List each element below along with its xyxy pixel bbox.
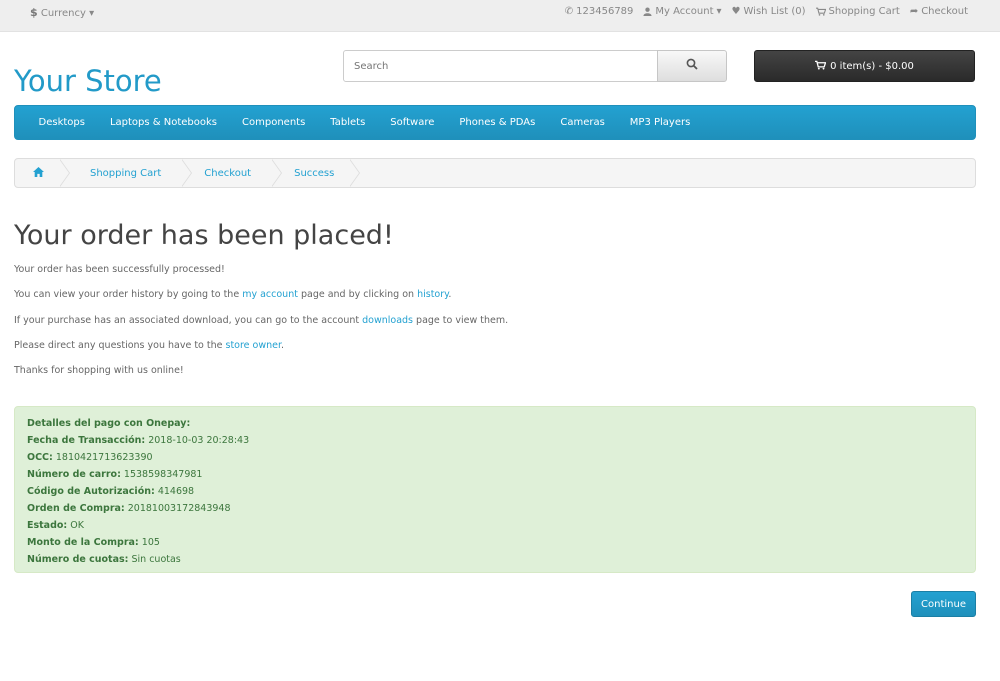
payment-row: Código de Autorización: 414698	[27, 483, 963, 500]
phone-icon: ✆	[564, 6, 574, 17]
page-title: Your order has been placed!	[14, 220, 394, 251]
phone-link[interactable]: ✆ 123456789	[565, 6, 634, 17]
wish-list-label: Wish List (0)	[743, 6, 806, 17]
row-value: 20181003172843948	[127, 503, 231, 514]
breadcrumb-label: Checkout	[204, 167, 252, 179]
menu-item-desktops[interactable]: Desktops	[26, 106, 97, 139]
shopping-cart-link[interactable]: Shopping Cart	[815, 6, 900, 17]
row-label: Fecha de Transacción:	[27, 435, 146, 446]
breadcrumb-separator	[349, 159, 361, 187]
payment-details-alert: Detalles del pago con Onepay: Fecha de T…	[14, 406, 976, 573]
text-segment: You can view your order history by going…	[14, 289, 243, 300]
checkout-link[interactable]: ➦ Checkout	[910, 6, 968, 17]
menu-item-components[interactable]: Components	[230, 106, 318, 139]
my-account-dropdown[interactable]: My Account ▾	[643, 6, 722, 17]
success-message: Your order has been successfully process…	[14, 264, 225, 275]
payment-heading-text: Detalles del pago con Onepay:	[27, 418, 191, 429]
row-value: 414698	[157, 486, 195, 497]
menu-item-mp3[interactable]: MP3 Players	[617, 106, 703, 139]
shopping-cart-icon	[815, 7, 826, 16]
row-label: Código de Autorización:	[27, 486, 155, 497]
store-owner-link[interactable]: store owner	[226, 340, 282, 351]
search-input[interactable]	[343, 50, 665, 82]
store-logo[interactable]: Your Store	[14, 64, 162, 98]
text-segment: .	[281, 340, 285, 351]
payment-row: Fecha de Transacción: 2018-10-03 20:28:4…	[27, 432, 963, 449]
history-link[interactable]: history	[417, 289, 448, 300]
breadcrumb: Shopping Cart Checkout Success	[14, 158, 976, 188]
text-segment: page and by clicking on	[297, 289, 418, 300]
currency-dropdown[interactable]: $ Currency ▾	[30, 6, 94, 19]
text-segment: .	[448, 289, 452, 300]
breadcrumb-shopping-cart[interactable]: Shopping Cart	[60, 159, 193, 187]
breadcrumb-label: Shopping Cart	[90, 167, 162, 179]
continue-button[interactable]: Continue	[911, 591, 976, 617]
row-label: Estado:	[27, 520, 68, 531]
questions-text: Please direct any questions you have to …	[14, 340, 284, 351]
home-icon	[33, 166, 44, 180]
breadcrumb-home[interactable]	[15, 159, 70, 187]
payment-row: Número de carro: 1538598347981	[27, 466, 963, 483]
downloads-text: If your purchase has an associated downl…	[14, 315, 508, 326]
breadcrumb-success[interactable]: Success	[272, 159, 361, 187]
row-value: 1810421713623390	[55, 452, 153, 463]
currency-label: Currency	[40, 8, 86, 19]
breadcrumb-label: Success	[294, 167, 335, 179]
cart-total: 0 item(s) - $0.00	[830, 60, 914, 72]
caret-down-icon: ▾	[716, 6, 722, 17]
cart-button[interactable]: 0 item(s) - $0.00	[754, 50, 975, 82]
text-segment: If your purchase has an associated downl…	[14, 315, 363, 326]
currency-symbol: $	[30, 6, 38, 19]
top-bar: $ Currency ▾ ✆ 123456789 My Account ▾ ♥ …	[0, 0, 1000, 32]
row-label: OCC:	[27, 452, 53, 463]
row-value: 2018-10-03 20:28:43	[148, 435, 250, 446]
downloads-link[interactable]: downloads	[362, 315, 413, 326]
menu-item-laptops[interactable]: Laptops & Notebooks	[97, 106, 229, 139]
row-label: Monto de la Compra:	[27, 537, 139, 548]
breadcrumb-checkout[interactable]: Checkout	[182, 159, 283, 187]
payment-row: OCC: 1810421713623390	[27, 449, 963, 466]
user-icon	[643, 7, 652, 16]
text-segment: Please direct any questions you have to …	[14, 340, 226, 351]
wish-list-link[interactable]: ♥ Wish List (0)	[732, 6, 806, 17]
row-label: Número de carro:	[27, 469, 121, 480]
row-value: OK	[70, 520, 84, 531]
menu-item-phones[interactable]: Phones & PDAs	[447, 106, 548, 139]
checkout-label: Checkout	[921, 6, 968, 17]
menu-item-tablets[interactable]: Tablets	[318, 106, 378, 139]
shopping-cart-icon	[815, 60, 827, 73]
payment-row: Estado: OK	[27, 517, 963, 534]
row-label: Orden de Compra:	[27, 503, 125, 514]
caret-down-icon: ▾	[89, 8, 95, 19]
main-menu: Desktops Laptops & Notebooks Components …	[14, 105, 976, 140]
shopping-cart-label: Shopping Cart	[828, 6, 900, 17]
payment-row: Monto de la Compra: 105	[27, 534, 963, 551]
menu-item-software[interactable]: Software	[378, 106, 447, 139]
thanks-text: Thanks for shopping with us online!	[14, 365, 184, 376]
search-icon	[686, 58, 698, 74]
text-segment: page to view them.	[413, 315, 509, 326]
my-account-link[interactable]: my account	[242, 289, 298, 300]
my-account-label: My Account	[655, 6, 714, 17]
row-value: 105	[141, 537, 160, 548]
row-label: Número de cuotas:	[27, 554, 129, 565]
payment-row: Orden de Compra: 20181003172843948	[27, 500, 963, 517]
menu-item-cameras[interactable]: Cameras	[548, 106, 617, 139]
heart-icon: ♥	[731, 6, 741, 17]
row-value: 1538598347981	[123, 469, 203, 480]
payment-heading: Detalles del pago con Onepay:	[27, 415, 963, 432]
row-value: Sin cuotas	[131, 554, 181, 565]
order-history-text: You can view your order history by going…	[14, 289, 451, 300]
payment-row: Número de cuotas: Sin cuotas	[27, 551, 963, 568]
phone-text: 123456789	[576, 6, 634, 17]
search-button[interactable]	[657, 50, 727, 82]
search-bar	[343, 50, 728, 82]
share-arrow-icon: ➦	[909, 6, 919, 17]
